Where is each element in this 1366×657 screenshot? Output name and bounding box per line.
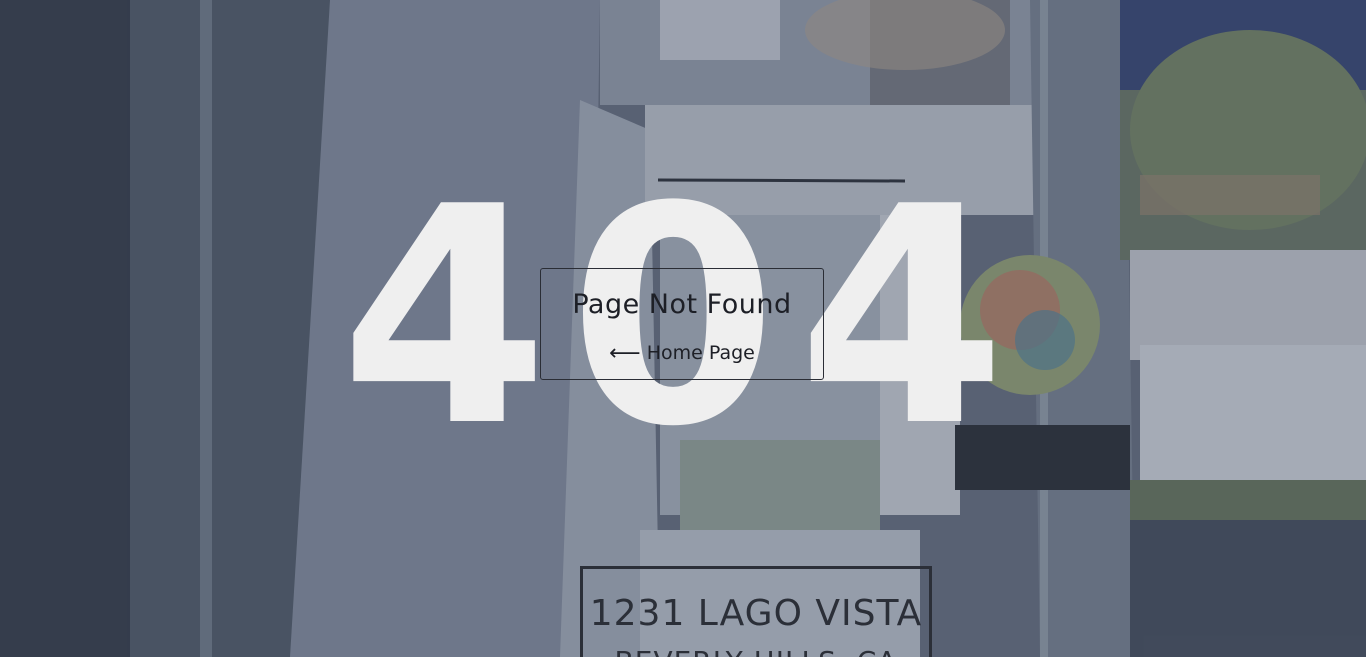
- not-found-panel: Page Not Found ⟵ Home Page: [540, 268, 824, 380]
- home-page-link[interactable]: ⟵ Home Page: [541, 341, 823, 366]
- address-sign: 1231 LAGO VISTA BEVERLY HILLS, CA: [580, 566, 932, 657]
- home-page-link-label: Home Page: [646, 342, 755, 364]
- page-title: Page Not Found: [572, 289, 792, 320]
- address-sign-line1: 1231 LAGO VISTA: [589, 593, 923, 634]
- address-sign-line2: BEVERLY HILLS, CA: [583, 645, 929, 657]
- arrow-left-icon: ⟵: [609, 341, 641, 366]
- error-page: 1231 LAGO VISTA BEVERLY HILLS, CA 404 Pa…: [0, 0, 1366, 657]
